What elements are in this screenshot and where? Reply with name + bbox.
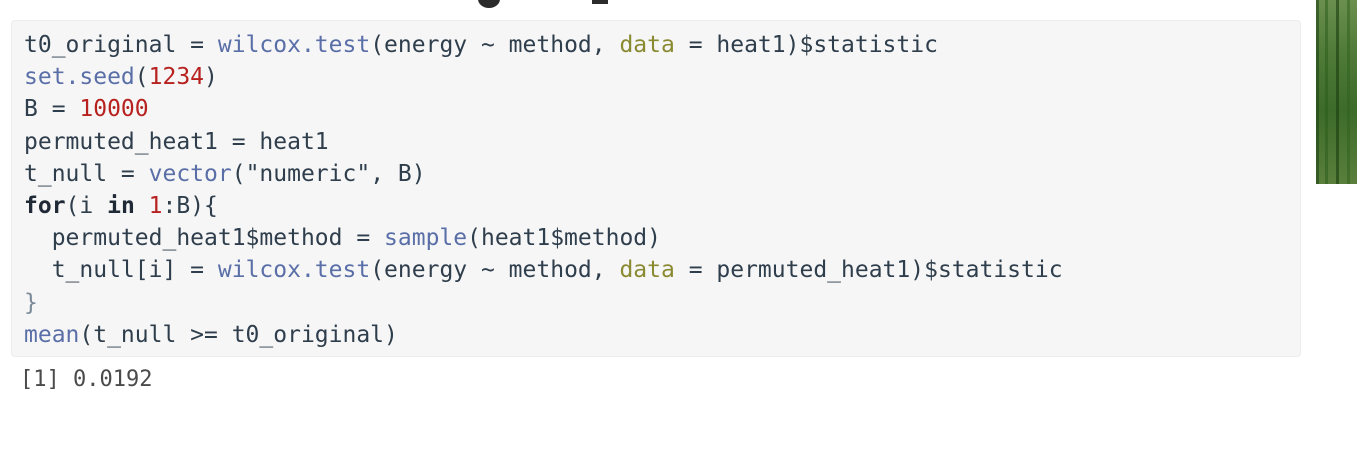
code-token: data	[619, 257, 675, 284]
code-token: 1234	[148, 64, 205, 91]
code-token: 10000	[79, 96, 149, 123]
code-line: t_null = vector("numeric", B)	[24, 158, 1063, 190]
code-token: = heat1)$statistic	[674, 32, 938, 58]
code-token: sample	[384, 225, 468, 252]
code-token: (i	[65, 192, 108, 219]
code-block[interactable]: t0_original = wilcox.test(energy ~ metho…	[11, 20, 1301, 357]
code-token: B =	[24, 96, 80, 123]
code-token: (t_null >= t0_original)	[79, 321, 398, 348]
code-token: wilcox.test	[217, 32, 371, 58]
code-token: in	[107, 192, 135, 219]
code-token: mean	[24, 321, 80, 348]
code-line: permuted_heat1 = heat1	[24, 126, 1063, 158]
code-token: permuted_heat1 = heat1	[24, 128, 329, 155]
code-line: }	[24, 287, 1063, 319]
top-cropped-glyph-2	[592, 0, 608, 4]
code-token: t_null[i] =	[24, 257, 218, 284]
code-token: = permuted_heat1)$statistic	[674, 257, 1063, 284]
code-token: }	[24, 289, 38, 316]
code-token: t0_original =	[24, 32, 218, 58]
code-line: for(i in 1:B){	[24, 190, 1063, 222]
code-token: vector	[148, 160, 232, 187]
code-token: data	[619, 32, 675, 58]
code-token: )	[204, 64, 218, 91]
top-cropped-glyph	[478, 0, 500, 8]
code-token: :B){	[162, 192, 218, 219]
code-line: mean(t_null >= t0_original)	[24, 319, 1063, 351]
code-token: (energy ~ method,	[370, 32, 620, 58]
code-line: permuted_heat1$method = sample(heat1$met…	[24, 222, 1063, 254]
code-token: (heat1$method)	[467, 225, 661, 252]
code-token: permuted_heat1$method =	[24, 225, 385, 252]
code-line: B = 10000	[24, 93, 1063, 125]
code-token: (energy ~ method,	[370, 257, 620, 284]
code-token: t_null =	[24, 160, 149, 187]
code-token: wilcox.test	[217, 257, 371, 284]
code-line: set.seed(1234)	[24, 61, 1063, 93]
code-token: 1	[148, 192, 163, 219]
code-line: t_null[i] = wilcox.test(energy ~ method,…	[24, 254, 1063, 286]
console-output: [1] 0.0192	[20, 367, 153, 392]
code-token: set.seed	[24, 64, 135, 91]
code-token: for	[24, 192, 66, 219]
code-lines: t0_original = wilcox.test(energy ~ metho…	[24, 29, 1063, 351]
code-token: (	[134, 64, 149, 91]
code-line: t0_original = wilcox.test(energy ~ metho…	[24, 29, 1063, 61]
code-token: ("numeric", B)	[231, 160, 426, 187]
side-grass-image	[1316, 0, 1357, 184]
